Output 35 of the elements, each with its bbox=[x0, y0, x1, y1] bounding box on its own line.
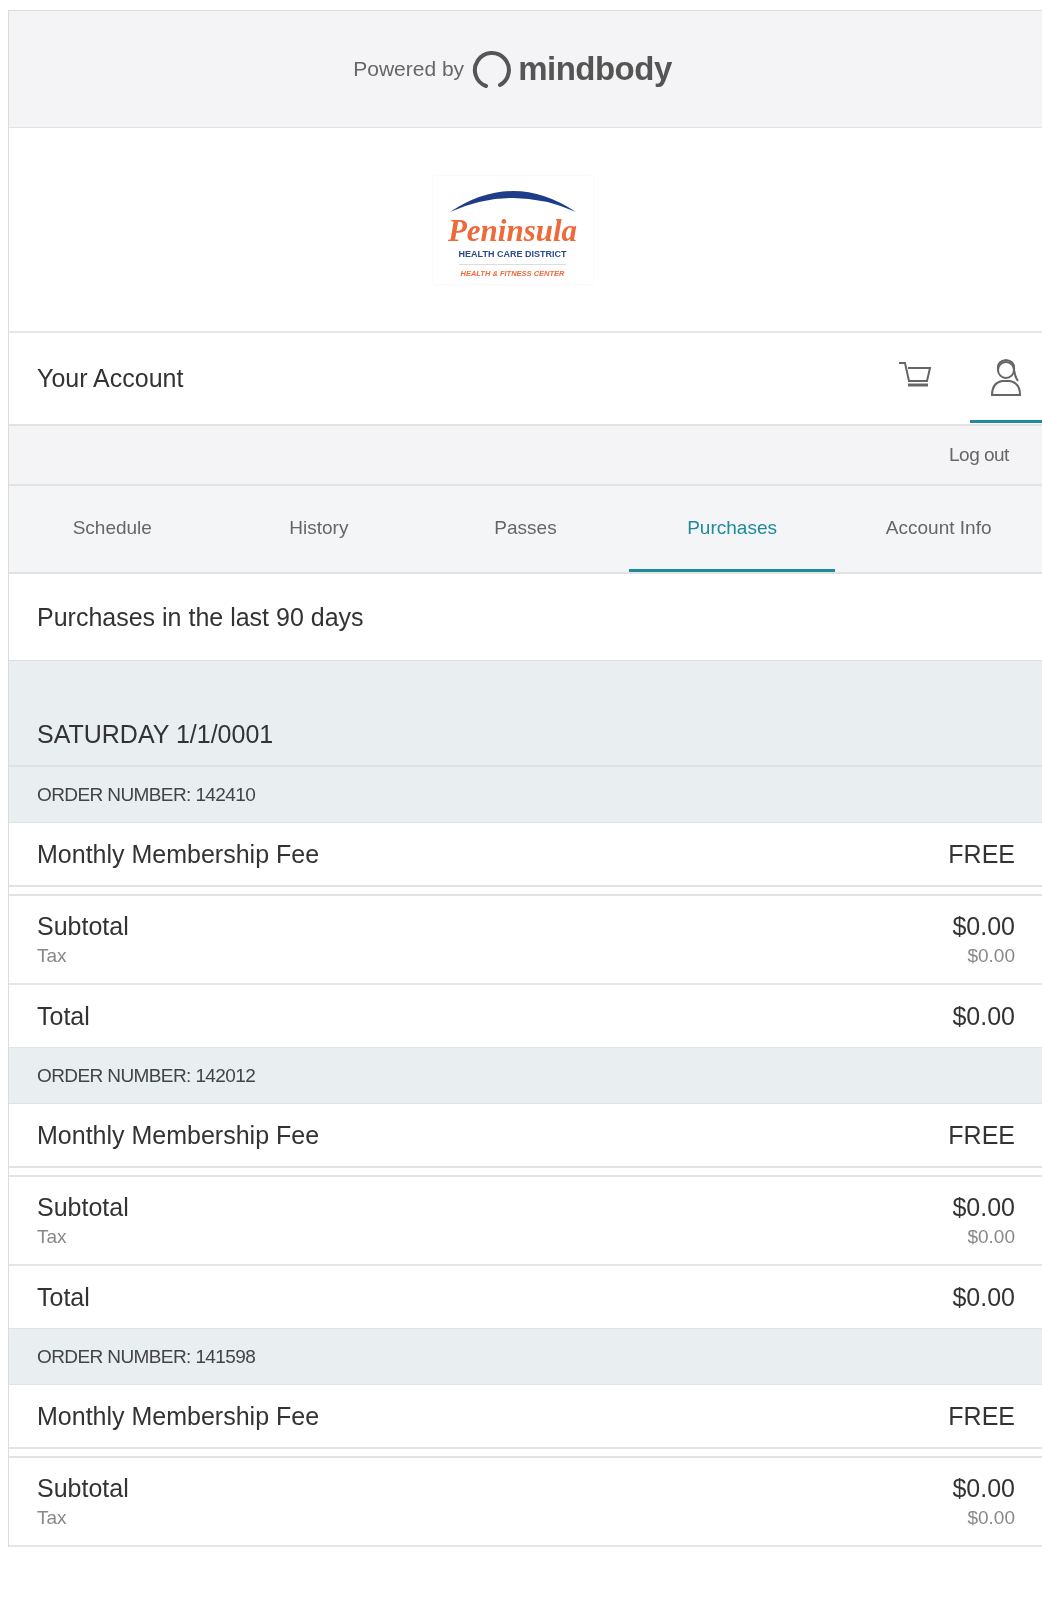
subtotal-label: Subtotal bbox=[37, 912, 129, 941]
brand-name: mindbody bbox=[518, 50, 672, 88]
item-name: Monthly Membership Fee bbox=[37, 1401, 320, 1431]
total-label: Total bbox=[37, 1001, 90, 1031]
nav-tab[interactable]: Purchases bbox=[628, 486, 836, 572]
item-price: FREE bbox=[948, 1120, 1015, 1150]
tax-amount: $0.00 bbox=[967, 945, 1015, 967]
powered-by-text: Powered by bbox=[353, 57, 465, 81]
nav-tab[interactable]: History bbox=[215, 486, 423, 572]
subtotal-label: Subtotal bbox=[37, 1193, 129, 1222]
page-title: Your Account bbox=[37, 364, 185, 393]
tax-amount: $0.00 bbox=[967, 1507, 1015, 1529]
nav-tab[interactable]: Account Info bbox=[835, 486, 1042, 572]
item-name: Monthly Membership Fee bbox=[37, 1120, 320, 1150]
date-heading: SATURDAY 1/1/0001 bbox=[9, 661, 1042, 767]
item-price: FREE bbox=[948, 1401, 1015, 1431]
tax-label: Tax bbox=[37, 1507, 67, 1529]
total-label: Total bbox=[37, 1282, 90, 1312]
item-name: Monthly Membership Fee bbox=[37, 839, 320, 869]
tax-label: Tax bbox=[37, 945, 67, 967]
subtotal-amount: $0.00 bbox=[952, 1193, 1015, 1222]
tax-label: Tax bbox=[37, 1226, 67, 1248]
nav-tab[interactable]: Passes bbox=[422, 486, 629, 572]
item-price: FREE bbox=[948, 839, 1015, 869]
subtotal-amount: $0.00 bbox=[952, 1474, 1015, 1503]
total-amount: $0.00 bbox=[952, 1001, 1015, 1031]
total-amount: $0.00 bbox=[952, 1282, 1015, 1312]
tax-amount: $0.00 bbox=[967, 1226, 1015, 1248]
log-out-link[interactable]: Log out bbox=[949, 444, 1009, 466]
order-number: ORDER NUMBER: 142012 bbox=[9, 1048, 1042, 1104]
nav-tab[interactable]: Schedule bbox=[9, 486, 216, 572]
order-number: ORDER NUMBER: 142410 bbox=[9, 767, 1042, 823]
order-number: ORDER NUMBER: 141598 bbox=[9, 1329, 1042, 1385]
subtotal-label: Subtotal bbox=[37, 1474, 129, 1503]
subtotal-amount: $0.00 bbox=[952, 912, 1015, 941]
